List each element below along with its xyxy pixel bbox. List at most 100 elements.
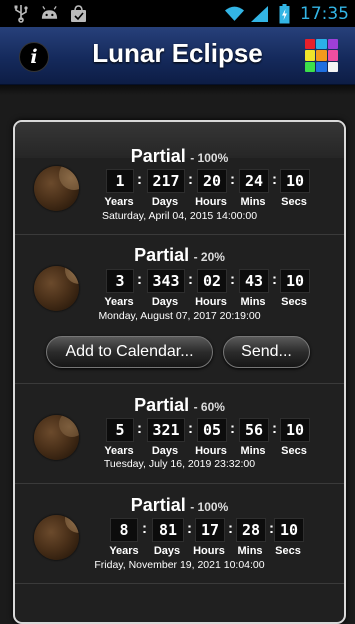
colon: :	[272, 171, 277, 188]
grid-cell	[305, 50, 316, 61]
mins-label: Mins	[240, 445, 266, 457]
colon: :	[230, 171, 235, 188]
eclipse-heading: Partial - 60%	[15, 395, 344, 416]
mins-label: Mins	[237, 545, 263, 557]
colon: :	[230, 420, 235, 437]
eclipse-date: Saturday, April 04, 2015 14:00:00	[101, 210, 258, 222]
mins-label: Mins	[240, 296, 266, 308]
title-shadow	[0, 85, 355, 95]
shopping-bag-icon	[69, 4, 88, 23]
secs-label: Secs	[281, 296, 307, 308]
add-to-calendar-button[interactable]: Add to Calendar...	[46, 336, 213, 368]
eclipse-percent: - 20%	[193, 250, 225, 264]
hours-label: Hours	[195, 196, 227, 208]
hours-label: Hours	[195, 445, 227, 457]
moon-phase-icon	[34, 166, 79, 211]
secs-value: 10	[280, 269, 310, 293]
days-value: 217	[147, 169, 185, 193]
hours-value: 20	[197, 169, 227, 193]
colon: :	[137, 271, 142, 288]
colon: :	[228, 520, 233, 537]
years-label: Years	[104, 296, 134, 308]
divider	[15, 383, 344, 384]
eclipse-heading: Partial - 100%	[15, 495, 344, 516]
days-label: Days	[153, 545, 181, 557]
years-value: 1	[106, 169, 134, 193]
eclipse-percent: - 100%	[190, 151, 229, 165]
hours-value: 05	[197, 418, 227, 442]
secs-value: 10	[280, 418, 310, 442]
colon: :	[272, 271, 277, 288]
wifi-icon	[225, 4, 244, 23]
secs-label: Secs	[281, 196, 307, 208]
years-label: Years	[104, 445, 134, 457]
eclipse-percent: - 100%	[190, 500, 229, 514]
hours-label: Hours	[195, 296, 227, 308]
divider	[15, 483, 344, 484]
eclipse-type: Partial	[130, 146, 186, 166]
signal-icon	[250, 4, 269, 23]
years-value: 5	[106, 418, 134, 442]
title-bar: i Lunar Eclipse	[0, 27, 355, 85]
eclipse-percent: - 60%	[193, 400, 225, 414]
years-value: 8	[110, 518, 138, 542]
battery-icon	[275, 3, 294, 23]
eclipse-heading: Partial - 20%	[15, 245, 344, 266]
days-value: 321	[147, 418, 185, 442]
days-value: 81	[152, 518, 184, 542]
eclipse-date: Monday, August 07, 2017 20:19:00	[98, 310, 261, 322]
colon: :	[142, 520, 147, 537]
grid-cell	[316, 61, 327, 72]
colon: :	[188, 420, 193, 437]
hours-value: 02	[197, 269, 227, 293]
moon-phase-icon	[34, 515, 79, 560]
app-title: Lunar Eclipse	[92, 38, 263, 68]
days-label: Days	[151, 196, 179, 208]
moon-phase-icon	[34, 266, 79, 311]
eclipse-date: Tuesday, July 16, 2019 23:32:00	[103, 458, 256, 470]
grid-cell	[305, 39, 316, 50]
colon: :	[230, 271, 235, 288]
divider	[15, 234, 344, 235]
grid-cell	[316, 39, 327, 50]
days-label: Days	[151, 296, 179, 308]
eclipse-type: Partial	[130, 495, 186, 515]
grid-cell	[327, 39, 338, 50]
colon: :	[188, 271, 193, 288]
mins-value: 28	[236, 518, 266, 542]
hours-value: 17	[195, 518, 225, 542]
apps-grid-icon[interactable]	[305, 39, 338, 72]
colon: :	[272, 420, 277, 437]
moon-phase-icon	[34, 415, 79, 460]
years-value: 3	[106, 269, 134, 293]
usb-icon	[11, 4, 30, 23]
mins-value: 56	[239, 418, 269, 442]
years-label: Years	[104, 196, 134, 208]
days-label: Days	[151, 445, 179, 457]
colon: :	[137, 171, 142, 188]
hours-label: Hours	[193, 545, 225, 557]
status-bar: 17:35	[0, 0, 355, 27]
status-time: 17:35	[300, 3, 349, 24]
years-label: Years	[109, 545, 139, 557]
mins-label: Mins	[240, 196, 266, 208]
send-button[interactable]: Send...	[223, 336, 310, 368]
eclipse-list-panel[interactable]: Partial - 100% 1 : 217 : 20 : 24 : 10 Ye…	[13, 120, 346, 624]
colon: :	[137, 420, 142, 437]
grid-cell	[316, 50, 327, 61]
secs-value: 10	[274, 518, 304, 542]
mins-value: 24	[239, 169, 269, 193]
eclipse-date: Friday, November 19, 2021 10:04:00	[94, 559, 265, 571]
grid-cell	[305, 61, 316, 72]
mins-value: 43	[239, 269, 269, 293]
divider	[15, 583, 344, 584]
android-debug-icon	[40, 4, 59, 23]
secs-value: 10	[280, 169, 310, 193]
colon: :	[187, 520, 192, 537]
grid-cell	[327, 61, 338, 72]
colon: :	[188, 171, 193, 188]
secs-label: Secs	[281, 445, 307, 457]
secs-label: Secs	[275, 545, 301, 557]
days-value: 343	[147, 269, 185, 293]
eclipse-heading: Partial - 100%	[15, 146, 344, 167]
